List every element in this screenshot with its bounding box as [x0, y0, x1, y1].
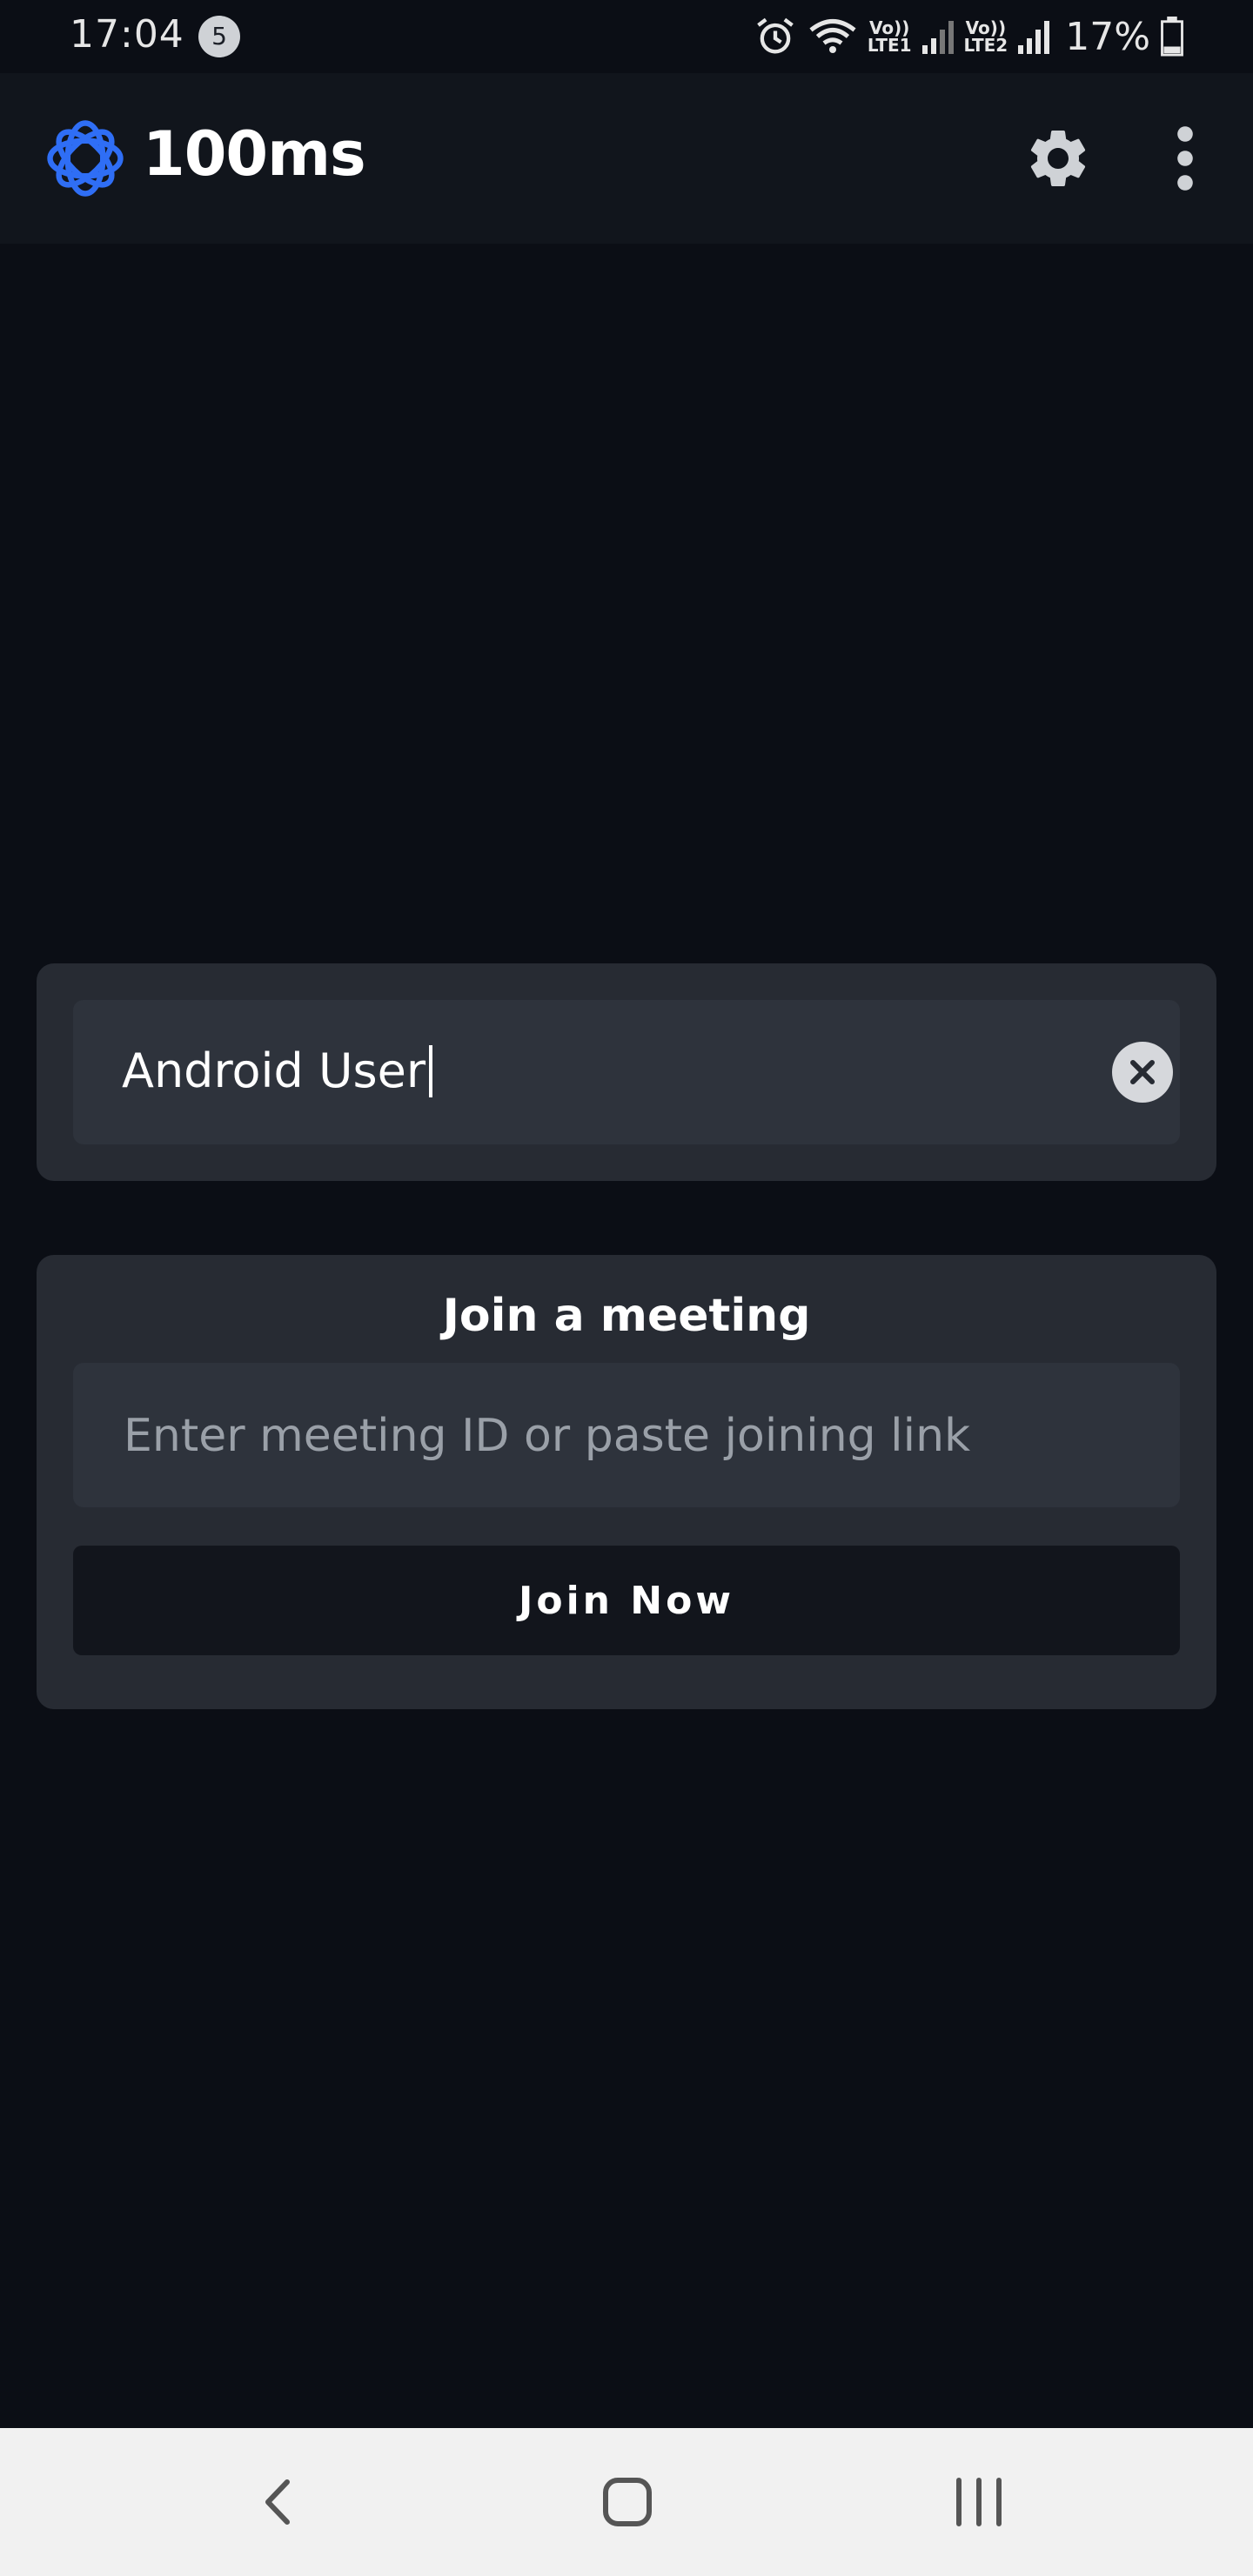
home-icon[interactable] — [588, 2463, 667, 2541]
system-nav-bar — [0, 2428, 1253, 2576]
join-now-button[interactable]: Join Now — [73, 1546, 1180, 1655]
battery-percent: 17% — [1065, 14, 1150, 59]
clear-icon — [1130, 1060, 1155, 1084]
more-vert-icon[interactable] — [1154, 124, 1216, 193]
name-input-value: Android User — [122, 1043, 433, 1098]
notification-count-badge: 5 — [198, 16, 240, 57]
wifi-icon — [809, 19, 856, 53]
status-icons: Vo)) LTE1 Vo)) LTE2 17% — [753, 9, 1185, 64]
logo-icon — [47, 120, 124, 197]
sim2-label: Vo)) LTE2 — [963, 17, 1008, 56]
status-time: 17:04 — [70, 12, 184, 57]
signal-icon — [921, 21, 954, 54]
join-meeting-title: Join a meeting — [442, 1290, 811, 1342]
meeting-id-input[interactable] — [122, 1363, 1152, 1509]
name-text: Android User — [122, 1043, 426, 1098]
app-title: 100ms — [143, 118, 366, 190]
status-bar: 17:04 5 Vo)) LTE1 Vo)) LTE2 17% — [0, 0, 1253, 73]
gear-icon[interactable] — [1023, 124, 1093, 193]
sim1-label: Vo)) LTE1 — [867, 17, 912, 56]
app-bar: 100ms — [0, 73, 1253, 244]
alarm-icon — [757, 17, 794, 54]
recents-icon[interactable] — [940, 2463, 1018, 2541]
clear-name-button[interactable] — [1112, 1042, 1173, 1103]
signal-icon — [1018, 21, 1050, 54]
name-field[interactable]: Android User — [73, 1000, 1180, 1144]
join-meeting-card: Join a meeting Join Now — [37, 1255, 1216, 1709]
text-cursor — [429, 1044, 433, 1097]
name-card: Android User — [37, 963, 1216, 1181]
meeting-id-field[interactable] — [73, 1363, 1180, 1509]
battery-icon — [1161, 17, 1183, 57]
back-icon[interactable] — [240, 2463, 318, 2541]
